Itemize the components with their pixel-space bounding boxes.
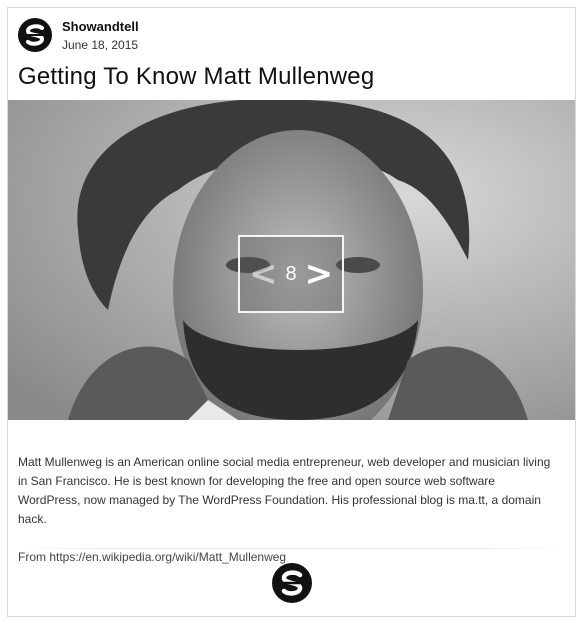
- post-title: Getting To Know Matt Mullenweg: [18, 63, 375, 90]
- image-slider-control: < 8 >: [238, 235, 344, 313]
- author-name[interactable]: Showandtell: [62, 19, 139, 34]
- post-photo: < 8 >: [8, 100, 575, 420]
- footer-divider: [18, 548, 565, 549]
- slide-counter: 8: [285, 262, 297, 285]
- post-card: Showandtell June 18, 2015 Getting To Kno…: [7, 7, 576, 617]
- post-description: Matt Mullenweg is an American online soc…: [18, 455, 551, 526]
- post-header: Showandtell June 18, 2015: [18, 18, 565, 60]
- chevron-left-icon[interactable]: <: [249, 257, 278, 291]
- showandtell-logo-icon[interactable]: [272, 563, 312, 603]
- post-date: June 18, 2015: [62, 38, 139, 52]
- showandtell-logo-icon[interactable]: [18, 18, 52, 52]
- chevron-right-icon[interactable]: >: [305, 257, 334, 291]
